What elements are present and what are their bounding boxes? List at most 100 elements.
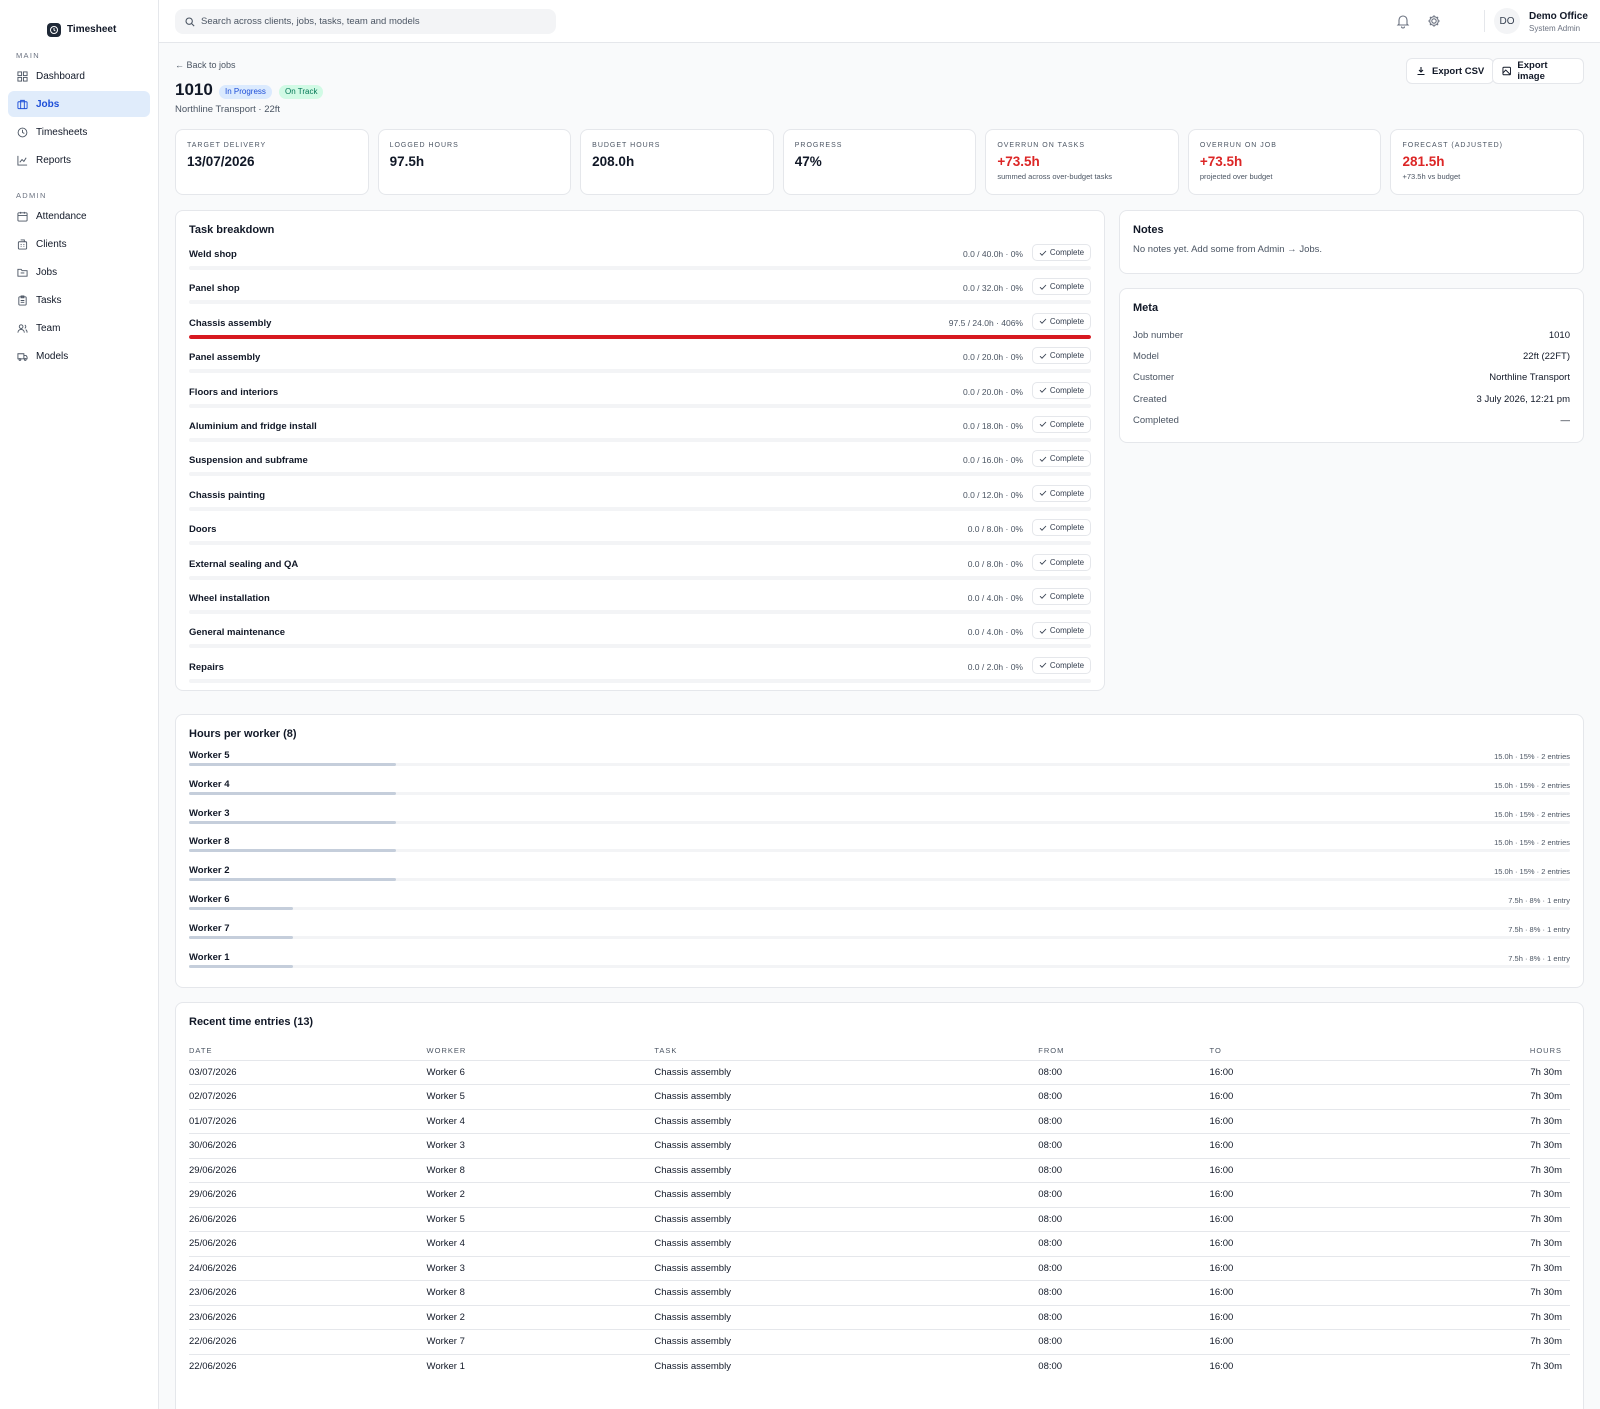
sidebar-item-admin-team[interactable]: Team <box>8 315 150 341</box>
table-row: 26/06/2026 Worker 5 Chassis assembly 08:00 1… <box>189 1207 1570 1232</box>
stat-label: OVERRUN ON JOB <box>1199 142 1277 149</box>
meta-key: Created <box>1133 393 1167 405</box>
complete-button[interactable]: Complete <box>1032 656 1091 674</box>
brand[interactable]: Timesheet <box>0 0 158 42</box>
bell-icon[interactable] <box>1395 13 1411 29</box>
table-cell: 08:00 <box>1038 1280 1210 1306</box>
complete-button[interactable]: Complete <box>1032 278 1091 296</box>
export-csv-button[interactable]: Export CSV <box>1406 58 1495 84</box>
worker-name: Worker 2 <box>189 865 230 877</box>
sidebar-item-admin-tasks[interactable]: Tasks <box>8 287 150 313</box>
sidebar-item-timesheets[interactable]: Timesheets <box>8 119 150 145</box>
search-input[interactable] <box>201 16 541 27</box>
complete-button[interactable]: Complete <box>1032 381 1091 399</box>
meta-card: Meta Job number 1010 Model 22ft (22FT) C… <box>1119 288 1584 443</box>
task-hours: 0.0 / 16.0h · 0% <box>962 455 1023 466</box>
avatar[interactable]: DO <box>1494 8 1520 34</box>
user-name: Demo Office <box>1529 11 1588 22</box>
table-cell: 08:00 <box>1038 1256 1210 1281</box>
task-row: Suspension and subframe 0.0 / 16.0h · 0%… <box>189 450 1091 484</box>
stat-card: OVERRUN ON JOB +73.5h projected over bud… <box>1187 129 1382 195</box>
complete-button[interactable]: Complete <box>1032 519 1091 537</box>
entries-table: DATE WORKER TASK FROM TO HOURS 03/07/2026 Work… <box>189 1041 1570 1379</box>
complete-button[interactable]: Complete <box>1032 484 1091 502</box>
table-cell: Chassis assembly <box>654 1060 1039 1085</box>
meta-row: Job number 1010 <box>1133 325 1570 346</box>
table-cell: 7h 30m <box>1380 1280 1570 1306</box>
worker-bar-fill <box>189 964 293 968</box>
table-row: 03/07/2026 Worker 6 Chassis assembly 08:00 1… <box>189 1060 1570 1085</box>
table-cell: 7h 30m <box>1380 1305 1570 1330</box>
column-header: TO <box>1209 1041 1381 1061</box>
task-progress-track <box>189 575 1091 580</box>
worker-row: Worker 7 7.5h · 8% · 1 entry <box>189 921 1570 950</box>
sidebar-item-admin-models[interactable]: Models <box>8 343 150 369</box>
worker-bar-track <box>189 878 1570 882</box>
table-cell: Worker 7 <box>426 1329 655 1355</box>
complete-button[interactable]: Complete <box>1032 244 1091 261</box>
sidebar-item-admin-clients[interactable]: Clients <box>8 231 150 257</box>
complete-label: Complete <box>1049 248 1085 257</box>
sidebar-item-admin-attendance[interactable]: Attendance <box>8 203 150 229</box>
column-header: FROM <box>1038 1041 1210 1061</box>
complete-button[interactable]: Complete <box>1032 312 1091 330</box>
complete-button[interactable]: Complete <box>1032 347 1091 365</box>
back-to-jobs-link[interactable]: ← Back to jobs <box>175 60 236 70</box>
worker-bar-track <box>189 849 1570 853</box>
check-icon <box>1039 594 1047 600</box>
sidebar-item-jobs[interactable]: Jobs <box>8 91 150 117</box>
meta-key: Model <box>1133 351 1159 363</box>
table-cell: 7h 30m <box>1380 1329 1570 1355</box>
complete-button[interactable]: Complete <box>1032 587 1091 605</box>
table-cell: Worker 3 <box>426 1133 655 1159</box>
table-cell: Worker 8 <box>426 1280 655 1306</box>
briefcase-icon <box>16 98 28 110</box>
table-cell: 16:00 <box>1209 1231 1381 1257</box>
task-hours: 0.0 / 4.0h · 0% <box>967 627 1023 638</box>
task-progress-fill <box>189 334 1091 339</box>
complete-button[interactable]: Complete <box>1032 622 1091 640</box>
table-cell: 26/06/2026 <box>189 1207 427 1232</box>
task-name: Weld shop <box>189 249 237 260</box>
users-icon <box>16 322 28 334</box>
table-cell: Worker 5 <box>426 1084 655 1110</box>
complete-label: Complete <box>1049 351 1085 361</box>
stat-label: BUDGET HOURS <box>592 142 661 149</box>
worker-bar-track <box>189 820 1570 824</box>
sidebar-item-admin-jobs[interactable]: Jobs <box>8 259 150 285</box>
table-cell: Chassis assembly <box>654 1329 1039 1355</box>
worker-hours: 15.0h · 15% · 2 entries <box>1494 838 1570 848</box>
sidebar-item-reports[interactable]: Reports <box>8 147 150 173</box>
complete-button[interactable]: Complete <box>1032 415 1091 433</box>
task-name: Panel shop <box>189 283 240 295</box>
worker-bar-track <box>189 791 1570 795</box>
worker-bar-fill <box>189 820 397 824</box>
task-row: Panel assembly 0.0 / 20.0h · 0% Complete <box>189 347 1091 381</box>
complete-button[interactable]: Complete <box>1032 553 1091 571</box>
task-hours: 0.0 / 20.0h · 0% <box>962 352 1023 363</box>
app-name: Timesheet <box>67 24 117 35</box>
table-cell: 24/06/2026 <box>189 1256 427 1281</box>
nav-section-main: MAIN <box>16 51 40 60</box>
meta-value: 22ft (22FT) <box>1523 351 1570 363</box>
sidebar-item-label: Jobs <box>36 266 58 278</box>
complete-button[interactable]: Complete <box>1032 450 1091 468</box>
gear-icon[interactable] <box>1426 13 1442 29</box>
table-row: 23/06/2026 Worker 8 Chassis assembly 08:00 1… <box>189 1280 1570 1306</box>
task-row: Chassis painting 0.0 / 12.0h · 0% Comple… <box>189 484 1091 519</box>
export-image-button[interactable]: Export image <box>1492 58 1584 84</box>
job-subtitle: Northline Transport · 22ft <box>175 104 281 115</box>
complete-label: Complete <box>1049 488 1085 498</box>
table-cell: 08:00 <box>1038 1060 1210 1085</box>
worker-hours: 7.5h · 8% · 1 entry <box>1508 895 1570 905</box>
worker-name: Worker 8 <box>189 836 230 848</box>
worker-hours: 15.0h · 15% · 2 entries <box>1494 809 1570 819</box>
sidebar-item-label: Team <box>36 322 61 334</box>
worker-row: Worker 6 7.5h · 8% · 1 entry <box>189 892 1570 921</box>
task-name: General maintenance <box>189 627 286 639</box>
task-progress-track <box>189 266 1091 270</box>
search-box[interactable] <box>175 9 556 34</box>
sidebar-item-dashboard[interactable]: Dashboard <box>8 63 150 89</box>
column-header: DATE <box>189 1041 427 1061</box>
stat-card: TARGET DELIVERY 13/07/2026 <box>175 129 369 195</box>
